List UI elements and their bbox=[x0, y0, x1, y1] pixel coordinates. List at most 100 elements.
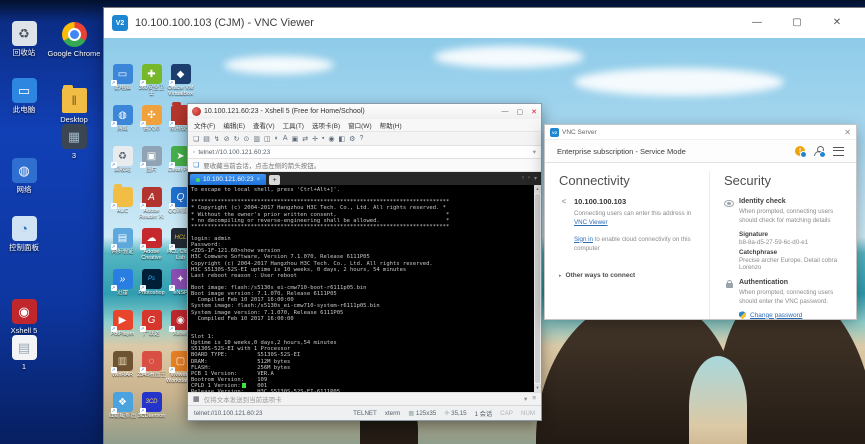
menu-item[interactable]: 选项卡(B) bbox=[312, 120, 340, 130]
desktop-icon[interactable]: Ps ↗ Photoshop bbox=[137, 269, 166, 310]
toolbar-button[interactable]: ⊙ bbox=[244, 135, 250, 143]
scroll-down-icon[interactable]: ▼ bbox=[534, 384, 541, 392]
sign-in-link[interactable]: Sign in bbox=[574, 236, 593, 243]
favorite-session-icon[interactable]: ❏ bbox=[193, 161, 199, 169]
desktop-icon[interactable]: ◍ ↗ 网络 bbox=[108, 105, 137, 146]
compose-dropdown-icon[interactable]: ▾ bbox=[524, 395, 527, 403]
desktop-icon[interactable]: ✚ ↗ 360安全卫士 bbox=[137, 64, 166, 105]
address-icon: ◦ bbox=[193, 149, 195, 156]
menu-item[interactable]: 文件(F) bbox=[194, 120, 215, 130]
toolbar-button[interactable]: ◧ bbox=[339, 135, 346, 143]
toolbar-button[interactable]: ▪ bbox=[322, 135, 324, 142]
desktop-icon-label: AUC bbox=[117, 208, 129, 214]
toolbar-button[interactable]: ✛ bbox=[312, 135, 318, 143]
desktop-icon[interactable]: ▦ 3 bbox=[46, 124, 102, 160]
tab-list-icon[interactable]: ▾ bbox=[534, 175, 537, 182]
minimize-button[interactable]: — bbox=[737, 8, 777, 38]
compose-bar[interactable]: ▦ 仅将文本发送到当前选项卡 ▾ ≡ bbox=[188, 392, 541, 405]
desktop-icon[interactable]: ▣ ↗ 图片 bbox=[137, 146, 166, 187]
menu-item[interactable]: 工具(T) bbox=[283, 120, 304, 130]
desktop-icon[interactable]: 3CD ↗ 3CDaemon bbox=[137, 392, 166, 433]
toolbar-button[interactable]: ⇄ bbox=[302, 135, 308, 143]
toolbar-button[interactable]: ↻ bbox=[234, 135, 240, 143]
identity-check-description: When prompted, connecting users should c… bbox=[739, 207, 844, 226]
toolbar-button[interactable]: ▤ bbox=[203, 135, 210, 143]
tab-scroll-left-icon[interactable]: ‹ bbox=[522, 175, 524, 182]
desktop-icon[interactable]: ♻ 回收站 bbox=[2, 21, 46, 57]
toolbar-button[interactable]: ◫ bbox=[264, 135, 271, 143]
maximize-button[interactable]: ▢ bbox=[517, 108, 524, 116]
close-button[interactable]: ✕ bbox=[817, 8, 857, 38]
compose-pin-icon[interactable]: ≡ bbox=[532, 395, 536, 403]
desktop-icon[interactable]: ✣ ↗ 鲁大师 bbox=[137, 105, 166, 146]
menu-item[interactable]: 编辑(E) bbox=[223, 120, 245, 130]
close-button[interactable]: ✕ bbox=[531, 108, 537, 116]
warning-icon[interactable]: ! bbox=[795, 146, 805, 156]
compose-target-icon[interactable]: ▦ bbox=[193, 395, 200, 403]
toolbar-button[interactable]: ⊘ bbox=[224, 135, 230, 143]
scroll-up-icon[interactable]: ▲ bbox=[534, 185, 541, 193]
toolbar-button[interactable]: ◉ bbox=[328, 135, 334, 143]
minimize-button[interactable]: — bbox=[502, 108, 509, 116]
shortcut-arrow-icon: ↗ bbox=[111, 285, 117, 291]
session-tab[interactable]: 10.100.121.60:23 × bbox=[190, 174, 266, 185]
desktop-icon-label: 360安全卫士 bbox=[137, 85, 166, 98]
user-account-icon[interactable] bbox=[814, 146, 824, 156]
desktop-icon[interactable]: ‖ Desktop bbox=[46, 88, 102, 124]
desktop-icon[interactable]: ☁ ↗ Adobe Creative Cloud bbox=[137, 228, 166, 269]
desktop-icon[interactable]: ❖ ↗ 红蜻蜓抓图 bbox=[108, 392, 137, 433]
desktop-icon[interactable]: ◌ ↗ 2345看图王 bbox=[137, 351, 166, 392]
toolbar-button[interactable]: ❏ bbox=[193, 135, 199, 143]
menu-item[interactable]: 查看(V) bbox=[253, 120, 275, 130]
desktop-icon[interactable]: ▥ ↗ WinRAR bbox=[108, 351, 137, 392]
desktop-icon[interactable]: ↗ AUC bbox=[108, 187, 137, 228]
new-tab-button[interactable]: + bbox=[269, 175, 280, 185]
menu-item[interactable]: 窗口(W) bbox=[348, 120, 371, 130]
xshell-addressbar[interactable]: ◦ telnet://10.100.121.60:23 ▾ bbox=[188, 146, 541, 159]
change-password-link[interactable]: Change password bbox=[750, 312, 802, 319]
desktop-icon-label: Google Chrome bbox=[48, 49, 101, 58]
status-address: telnet://10.100.121.60:23 bbox=[194, 410, 262, 417]
terminal-scrollbar[interactable]: ▲ ▼ bbox=[534, 185, 541, 392]
desktop-icon[interactable]: » ↗ 迅雷 bbox=[108, 269, 137, 310]
shortcut-arrow-icon: ↗ bbox=[169, 244, 175, 250]
desktop-icon[interactable]: Google Chrome bbox=[46, 22, 102, 58]
scrollbar-thumb[interactable] bbox=[535, 194, 540, 383]
toolbar-button[interactable]: ⚙ bbox=[349, 135, 355, 143]
desktop-icon[interactable]: ◆ ↗ Oracle VM VirtualBox bbox=[166, 64, 195, 105]
desktop-icon[interactable]: ◉ Xshell 5 bbox=[2, 299, 46, 335]
desktop-icon[interactable]: ▶ ↗ PotPlayer bbox=[108, 310, 137, 351]
desktop-icon[interactable]: ▭ 此电脑 bbox=[2, 78, 46, 114]
desktop-icon[interactable]: A ↗ Adobe Reader XI bbox=[137, 187, 166, 228]
vnc-server-logo-icon: V2 bbox=[550, 128, 559, 137]
desktop-icon[interactable]: ▤ ↗ 两步验证 bbox=[108, 228, 137, 269]
desktop-icon[interactable]: ▭ ↗ 此电脑 bbox=[108, 64, 137, 105]
desktop-icon[interactable]: ♻ ↗ 回收站 bbox=[108, 146, 137, 187]
maximize-button[interactable]: ▢ bbox=[777, 8, 817, 38]
other-ways-to-connect[interactable]: ▸ Other ways to connect bbox=[559, 272, 709, 279]
remote-icon-grid: ▭ ↗ 此电脑 ✚ ↗ 360安全卫士 ◆ ↗ bbox=[108, 64, 195, 433]
toolbar-button[interactable]: ? bbox=[359, 135, 363, 142]
hamburger-menu-icon[interactable] bbox=[833, 147, 844, 156]
desktop-icon-label: Adobe Reader XI bbox=[137, 208, 166, 221]
address-dropdown-icon[interactable]: ▾ bbox=[533, 148, 536, 156]
desktop-icon[interactable]: ▤ 1 bbox=[2, 335, 46, 371]
toolbar-button[interactable]: ▣ bbox=[292, 135, 299, 143]
toolbar-button[interactable]: ◐ bbox=[275, 135, 279, 142]
tab-close-icon[interactable]: × bbox=[257, 177, 261, 183]
toolbar-button[interactable]: ↯ bbox=[214, 135, 220, 143]
vnc-viewer-link[interactable]: VNC Viewer bbox=[574, 219, 608, 226]
terminal[interactable]: To escape to local shell, press 'Ctrl+Al… bbox=[188, 185, 541, 392]
cloud bbox=[574, 68, 784, 96]
desktop-icon[interactable]: G ↗ 广联达 bbox=[137, 310, 166, 351]
close-button[interactable]: ✕ bbox=[844, 128, 851, 137]
tab-scroll-right-icon[interactable]: › bbox=[528, 175, 530, 182]
vnc-viewer-titlebar[interactable]: V2 10.100.100.103 (CJM) - VNC Viewer — ▢… bbox=[104, 8, 865, 39]
xshell-titlebar[interactable]: 10.100.121.60:23 - Xshell 5 (Free for Ho… bbox=[188, 104, 541, 119]
vnc-server-titlebar[interactable]: V2 VNC Server ✕ bbox=[545, 125, 856, 139]
toolbar-button[interactable]: A bbox=[283, 135, 288, 142]
desktop-icon[interactable]: ◔ 控制面板 bbox=[2, 216, 46, 252]
desktop-icon[interactable]: ◍ 网络 bbox=[2, 158, 46, 194]
toolbar-button[interactable]: ▥ bbox=[253, 135, 260, 143]
menu-item[interactable]: 帮助(H) bbox=[380, 120, 402, 130]
